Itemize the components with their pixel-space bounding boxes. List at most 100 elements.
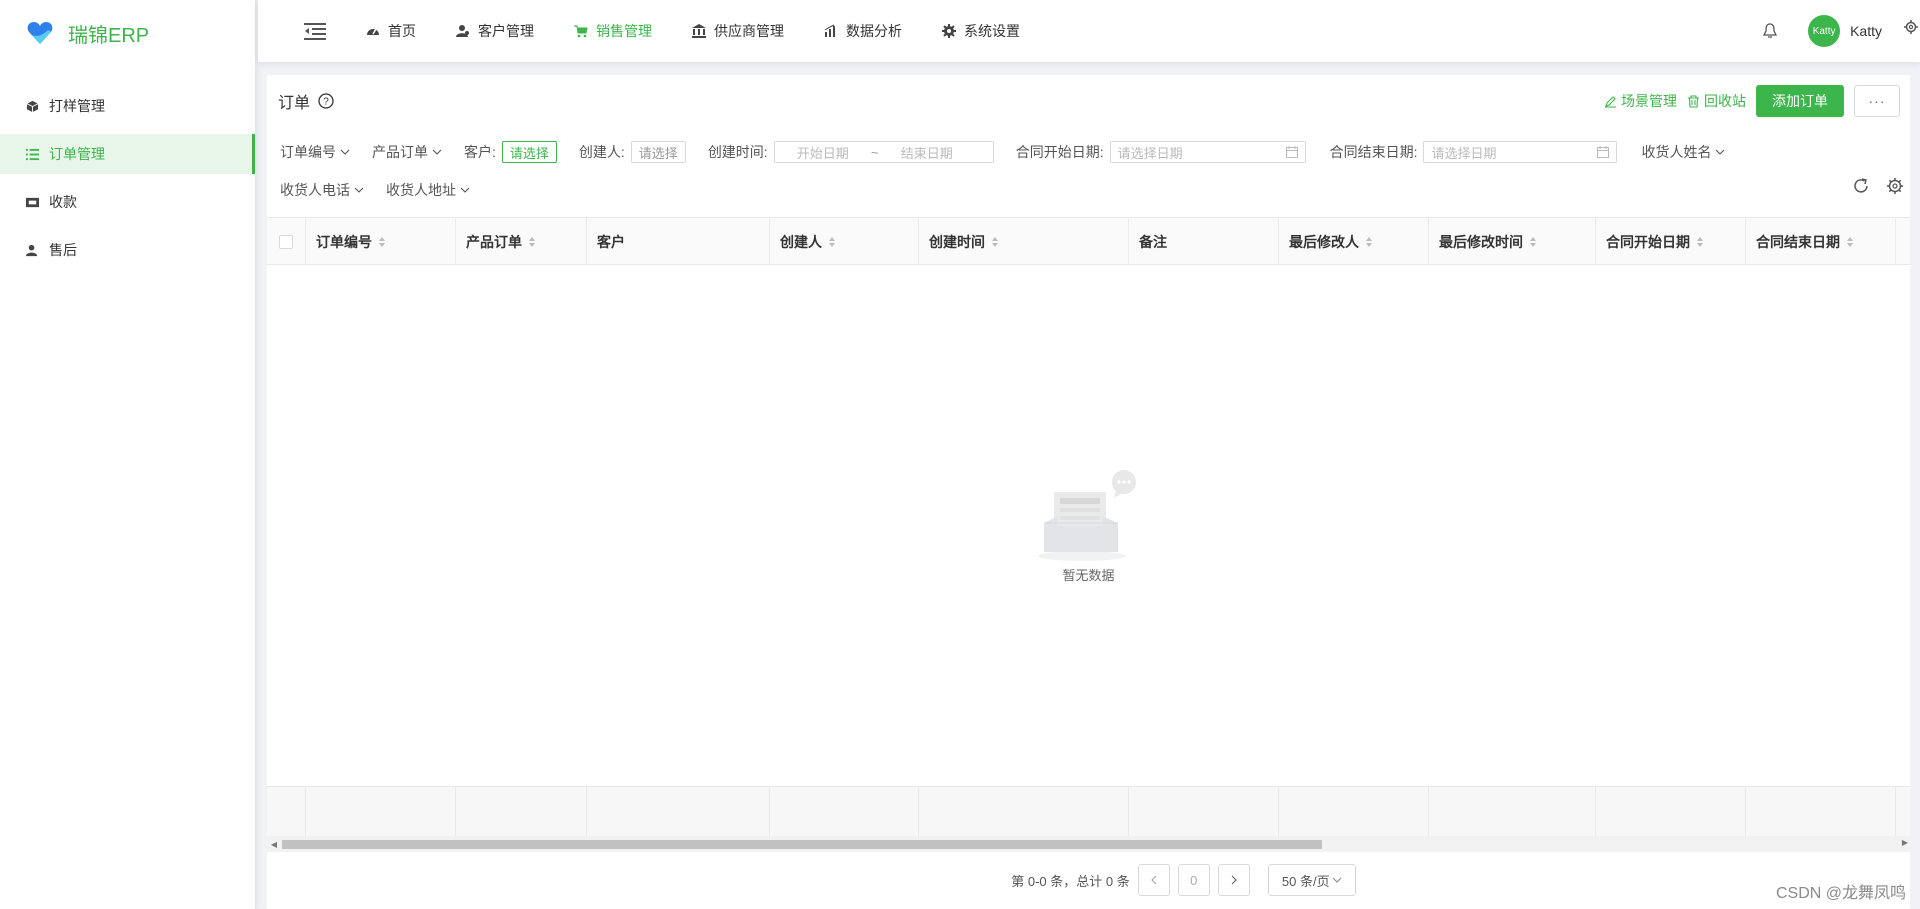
customer-label: 客户: bbox=[464, 144, 496, 160]
scrollbar-thumb[interactable] bbox=[282, 840, 1322, 849]
avatar[interactable]: Katty bbox=[1808, 15, 1841, 47]
summary-cell bbox=[770, 787, 919, 837]
scroll-left-icon[interactable]: ◀ bbox=[267, 840, 281, 849]
page-title: 订单 bbox=[278, 95, 311, 112]
filter-receiver-address[interactable]: 收货人地址 bbox=[386, 180, 470, 200]
calendar-icon bbox=[1285, 146, 1298, 158]
filter-receiver-name[interactable]: 收货人姓名 bbox=[1641, 142, 1725, 162]
column-header[interactable]: 客户 bbox=[587, 218, 770, 265]
nav-home[interactable]: 首页 bbox=[366, 21, 416, 41]
nav-analytics[interactable]: 数据分析 bbox=[824, 21, 902, 41]
filter-row-2: 收货人电话 收货人地址 bbox=[280, 171, 492, 209]
prev-page-button[interactable] bbox=[1137, 864, 1170, 896]
column-header-label: 备注 bbox=[1139, 233, 1167, 250]
sort-icon bbox=[992, 236, 998, 247]
sidebar-item-orders[interactable]: 订单管理 bbox=[0, 134, 255, 174]
sort-icon bbox=[379, 236, 385, 247]
page-number[interactable]: 0 bbox=[1177, 864, 1210, 896]
contract-start-label: 合同开始日期: bbox=[1015, 144, 1104, 160]
table-header: 订单编号 产品订单 客户 创建人 创建时间 备注 最后修改人 最后修改时间 合同… bbox=[267, 218, 1910, 265]
created-time-label: 创建时间: bbox=[707, 144, 768, 160]
cube-icon bbox=[25, 99, 39, 113]
more-button[interactable]: ··· bbox=[1854, 85, 1900, 117]
column-header-label: 客户 bbox=[597, 233, 625, 250]
column-header-overflow bbox=[1896, 218, 1910, 265]
user-name[interactable]: Katty bbox=[1850, 23, 1882, 39]
pagination-summary: 第 0-0 条，总计 0 条 bbox=[1011, 873, 1130, 889]
sort-icon bbox=[1697, 236, 1703, 247]
heart-logo-icon bbox=[27, 22, 53, 44]
column-header[interactable]: 产品订单 bbox=[456, 218, 587, 265]
customer-select[interactable]: 请选择 bbox=[501, 141, 557, 163]
orders-table: 订单编号 产品订单 客户 创建人 创建时间 备注 最后修改人 最后修改时间 合同… bbox=[267, 217, 1910, 852]
created-time-range[interactable]: 开始日期 ~ 结束日期 bbox=[773, 141, 994, 163]
column-header[interactable]: 订单编号 bbox=[306, 218, 456, 265]
summary-cell bbox=[1429, 787, 1596, 837]
chevron-left-icon bbox=[1150, 875, 1157, 885]
column-header[interactable]: 创建人 bbox=[770, 218, 919, 265]
creator-label: 创建人: bbox=[578, 144, 625, 160]
select-all-checkbox[interactable] bbox=[279, 234, 293, 249]
next-page-button[interactable] bbox=[1217, 864, 1250, 896]
settings-gear-icon[interactable] bbox=[1904, 20, 1918, 34]
chevron-down-icon bbox=[354, 187, 364, 193]
sidebar-item-payments[interactable]: 收款 bbox=[0, 182, 255, 222]
sidebar-item-sampling[interactable]: 打样管理 bbox=[0, 86, 255, 126]
main-content: 订单 ? 场景管理 回收站 添加订单 ··· 订单编号 产品订单 客户: 请选择… bbox=[267, 75, 1910, 909]
nav-settings[interactable]: 系统设置 bbox=[942, 21, 1020, 41]
refresh-icon[interactable] bbox=[1852, 177, 1870, 195]
range-separator: ~ bbox=[870, 144, 879, 160]
sidebar-item-aftersales[interactable]: 售后 bbox=[0, 230, 255, 270]
add-order-button[interactable]: 添加订单 bbox=[1756, 85, 1844, 117]
filter-bar: 订单编号 产品订单 客户: 请选择 创建人: 请选择 创建时间: 开始日期 ~ … bbox=[267, 127, 1910, 215]
nav-sales[interactable]: 销售管理 bbox=[574, 21, 652, 41]
filter-receiver-phone[interactable]: 收货人电话 bbox=[280, 180, 364, 200]
calendar-icon bbox=[1597, 146, 1610, 158]
start-date-input[interactable]: 开始日期 bbox=[775, 143, 871, 162]
column-header[interactable]: 最后修改时间 bbox=[1429, 218, 1596, 265]
contract-start-date-input[interactable]: 请选择日期 bbox=[1109, 141, 1306, 163]
sort-icon bbox=[1847, 236, 1853, 247]
menu-collapse-icon[interactable] bbox=[304, 22, 326, 40]
nav-customers[interactable]: 客户管理 bbox=[456, 21, 534, 41]
recycle-bin-button[interactable]: 回收站 bbox=[1687, 91, 1746, 111]
column-header[interactable]: 合同开始日期 bbox=[1596, 218, 1746, 265]
help-icon[interactable]: ? bbox=[318, 93, 334, 109]
filter-receiver-name-label: 收货人姓名 bbox=[1641, 144, 1712, 160]
scene-management-button[interactable]: 场景管理 bbox=[1604, 91, 1677, 111]
summary-cell bbox=[456, 787, 587, 837]
column-header-label: 创建时间 bbox=[929, 233, 985, 250]
filter-product-order[interactable]: 产品订单 bbox=[372, 142, 442, 162]
nav-suppliers[interactable]: 供应商管理 bbox=[692, 21, 784, 41]
horizontal-scrollbar[interactable]: ◀ ▶ bbox=[267, 836, 1910, 852]
chevron-right-icon bbox=[1231, 875, 1237, 885]
column-settings-icon[interactable] bbox=[1886, 177, 1904, 195]
list-icon bbox=[25, 147, 39, 161]
svg-text:?: ? bbox=[323, 97, 329, 108]
sidebar-item-label: 打样管理 bbox=[49, 98, 105, 114]
recycle-bin-label: 回收站 bbox=[1704, 93, 1746, 109]
sidebar-item-label: 收款 bbox=[49, 194, 77, 210]
contract-end-placeholder: 请选择日期 bbox=[1431, 145, 1497, 161]
brand-name: 瑞锦ERP bbox=[68, 24, 150, 47]
column-header[interactable]: 备注 bbox=[1129, 218, 1279, 265]
sidebar: 瑞锦ERP 打样管理 订单管理 收款 售后 bbox=[0, 0, 256, 909]
column-header[interactable]: 合同结束日期 bbox=[1746, 218, 1896, 265]
sort-icon bbox=[1366, 236, 1372, 247]
filter-product-order-label: 产品订单 bbox=[372, 144, 428, 160]
pagination: 第 0-0 条，总计 0 条 0 50 条/页 bbox=[267, 863, 1910, 897]
contract-end-date-input[interactable]: 请选择日期 bbox=[1423, 141, 1618, 163]
scroll-right-icon[interactable]: ▶ bbox=[1902, 838, 1908, 847]
page-size-select[interactable]: 50 条/页 bbox=[1267, 864, 1356, 896]
creator-select[interactable]: 请选择 bbox=[630, 141, 686, 163]
column-header[interactable]: 创建时间 bbox=[919, 218, 1129, 265]
nav-label: 供应商管理 bbox=[714, 23, 784, 39]
end-date-input[interactable]: 结束日期 bbox=[879, 143, 975, 162]
filter-order-no[interactable]: 订单编号 bbox=[280, 142, 350, 162]
card-header: 订单 ? 场景管理 回收站 添加订单 ··· bbox=[267, 75, 1910, 127]
column-header[interactable]: 最后修改人 bbox=[1279, 218, 1429, 265]
bell-icon[interactable] bbox=[1762, 23, 1778, 39]
chevron-down-icon bbox=[460, 187, 470, 193]
filter-receiver-phone-label: 收货人电话 bbox=[280, 182, 350, 198]
logo[interactable]: 瑞锦ERP bbox=[0, 0, 255, 66]
